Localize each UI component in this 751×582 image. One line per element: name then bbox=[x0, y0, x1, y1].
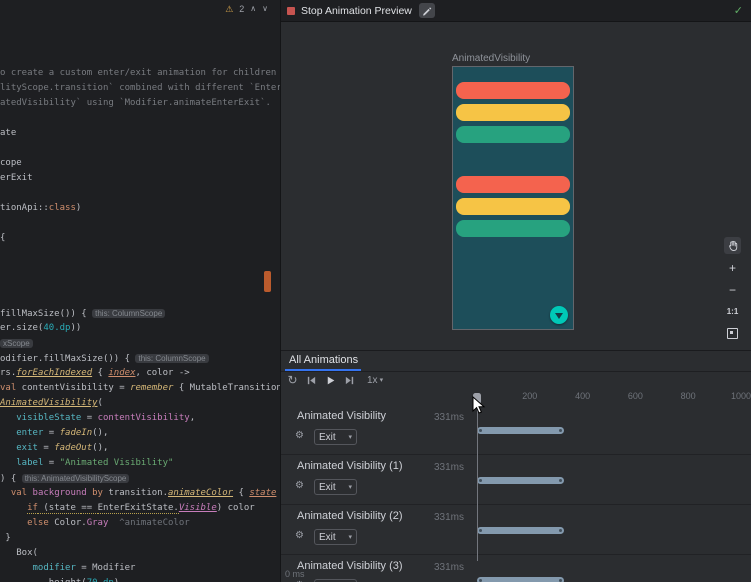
zoom-out-button[interactable]: − bbox=[724, 281, 741, 298]
loop-button[interactable]: ↻ bbox=[285, 373, 300, 388]
freeze-icon[interactable]: ⚙ bbox=[295, 430, 304, 441]
zoom-in-button[interactable]: + bbox=[724, 259, 741, 276]
timeline-track-bar[interactable] bbox=[477, 577, 564, 582]
preview-toolbar: Stop Animation Preview ✓ bbox=[281, 0, 751, 22]
playhead-handle[interactable] bbox=[473, 393, 481, 404]
timeline-row[interactable]: Animated Visibility (3) 331ms ⚙ Exit ▾ bbox=[281, 555, 751, 582]
animation-row-label: Animated Visibility (2) bbox=[297, 510, 403, 522]
stop-icon bbox=[287, 7, 295, 15]
animation-duration: 331ms bbox=[434, 462, 464, 473]
chevron-down-icon: ▾ bbox=[380, 376, 384, 384]
tab-all-animations[interactable]: All Animations bbox=[289, 354, 358, 366]
preview-component-label: AnimatedVisibility bbox=[452, 53, 530, 64]
state-dropdown-value: Exit bbox=[319, 432, 336, 443]
preview-canvas[interactable]: AnimatedVisibility + − 1:1 bbox=[281, 22, 751, 350]
preview-bar-teal bbox=[456, 220, 570, 237]
android-studio-window: ⚠ 2 ∧ ∨ o create a custom enter/exit ani… bbox=[0, 0, 751, 582]
state-dropdown[interactable]: Exit ▾ bbox=[314, 529, 357, 545]
bar-spacer bbox=[456, 148, 570, 171]
animation-row-label: Animated Visibility (3) bbox=[297, 560, 403, 572]
animation-duration: 331ms bbox=[434, 562, 464, 573]
ruler-tick: 1000 bbox=[731, 391, 751, 401]
timeline-track-bar[interactable] bbox=[477, 427, 564, 434]
play-button[interactable] bbox=[323, 373, 338, 388]
ruler-tick: 400 bbox=[575, 391, 590, 401]
freeze-icon[interactable]: ⚙ bbox=[295, 480, 304, 491]
zoom-toolbar: + − 1:1 bbox=[724, 237, 741, 342]
arrow-down-icon bbox=[555, 313, 563, 319]
device-frame bbox=[452, 66, 574, 330]
animation-row-label: Animated Visibility (1) bbox=[297, 460, 403, 472]
fit-to-screen-button[interactable] bbox=[724, 325, 741, 342]
plus-icon: + bbox=[729, 262, 736, 274]
warning-icon: ⚠ bbox=[225, 3, 233, 15]
preview-bar-amber bbox=[456, 198, 570, 215]
dropdown-chevron-icon: ▾ bbox=[348, 433, 352, 441]
ruler-tick: 800 bbox=[681, 391, 696, 401]
error-stripe-marker[interactable] bbox=[264, 271, 271, 292]
fab-button[interactable] bbox=[550, 306, 568, 324]
animation-duration: 331ms bbox=[434, 512, 464, 523]
pan-tool-button[interactable] bbox=[724, 237, 741, 254]
loop-icon: ↻ bbox=[287, 374, 297, 386]
play-icon bbox=[325, 375, 336, 386]
warning-count: 2 bbox=[239, 3, 244, 15]
go-to-end-button[interactable] bbox=[342, 373, 357, 388]
minus-icon: − bbox=[729, 284, 736, 296]
skip-to-start-icon bbox=[306, 375, 317, 386]
timeline-tabbar: All Animations bbox=[281, 351, 751, 372]
state-dropdown[interactable]: Exit ▾ bbox=[314, 429, 357, 445]
playhead-line bbox=[477, 403, 478, 561]
actual-size-button[interactable]: 1:1 bbox=[724, 303, 741, 320]
state-dropdown[interactable]: Exit ▾ bbox=[314, 479, 357, 495]
hand-icon bbox=[727, 240, 739, 252]
timeline-row[interactable]: Animated Visibility (1) 331ms ⚙ Exit ▾ bbox=[281, 455, 751, 505]
ruler-tick: 200 bbox=[522, 391, 537, 401]
timeline-row[interactable]: Animated Visibility (2) 331ms ⚙ Exit ▾ bbox=[281, 505, 751, 555]
preview-bar-teal bbox=[456, 126, 570, 143]
timeline-ruler[interactable]: 200 400 600 800 1000 bbox=[281, 389, 751, 405]
animation-duration: 331ms bbox=[434, 412, 464, 423]
timeline-track-bar[interactable] bbox=[477, 527, 564, 534]
go-to-start-button[interactable] bbox=[304, 373, 319, 388]
animation-preview-panel: Stop Animation Preview ✓ AnimatedVisibil… bbox=[280, 0, 751, 582]
playback-controls: ↻ 1x ▾ bbox=[281, 371, 383, 389]
preview-bar-coral bbox=[456, 82, 570, 99]
code-lines[interactable]: o create a custom enter/exit animation f… bbox=[0, 66, 280, 582]
timeline-row[interactable]: Animated Visibility 331ms ⚙ Exit ▾ bbox=[281, 405, 751, 455]
state-dropdown-value: Exit bbox=[319, 482, 336, 493]
animation-timeline-panel: All Animations ↻ bbox=[281, 350, 751, 582]
playback-speed-dropdown[interactable]: 1x ▾ bbox=[367, 375, 383, 386]
editor-inspections-widget[interactable]: ⚠ 2 ∧ ∨ bbox=[225, 3, 268, 15]
preview-bar-amber bbox=[456, 104, 570, 121]
ruler-tick: 600 bbox=[628, 391, 643, 401]
chevron-up-icon[interactable]: ∧ bbox=[250, 3, 256, 15]
skip-to-end-icon bbox=[344, 375, 355, 386]
fit-screen-icon bbox=[727, 328, 738, 339]
state-dropdown-value: Exit bbox=[319, 532, 336, 543]
preview-bar-coral bbox=[456, 176, 570, 193]
playhead-time-label: 0 ms bbox=[285, 569, 305, 579]
code-editor-pane[interactable]: ⚠ 2 ∧ ∨ o create a custom enter/exit ani… bbox=[0, 0, 280, 582]
speed-value: 1x bbox=[367, 375, 378, 386]
pencil-icon bbox=[422, 6, 432, 16]
one-to-one-icon: 1:1 bbox=[727, 308, 739, 316]
dropdown-chevron-icon: ▾ bbox=[348, 483, 352, 491]
freeze-icon[interactable]: ⚙ bbox=[295, 530, 304, 541]
edit-animation-button[interactable] bbox=[419, 3, 435, 18]
preview-bars bbox=[456, 82, 570, 237]
success-check-icon: ✓ bbox=[734, 4, 743, 17]
stop-animation-preview-button[interactable]: Stop Animation Preview bbox=[301, 5, 412, 17]
timeline-rows: Animated Visibility 331ms ⚙ Exit ▾ Anima… bbox=[281, 405, 751, 582]
timeline-track-bar[interactable] bbox=[477, 477, 564, 484]
animation-row-label: Animated Visibility bbox=[297, 410, 386, 422]
chevron-down-icon[interactable]: ∨ bbox=[262, 3, 268, 15]
dropdown-chevron-icon: ▾ bbox=[348, 533, 352, 541]
